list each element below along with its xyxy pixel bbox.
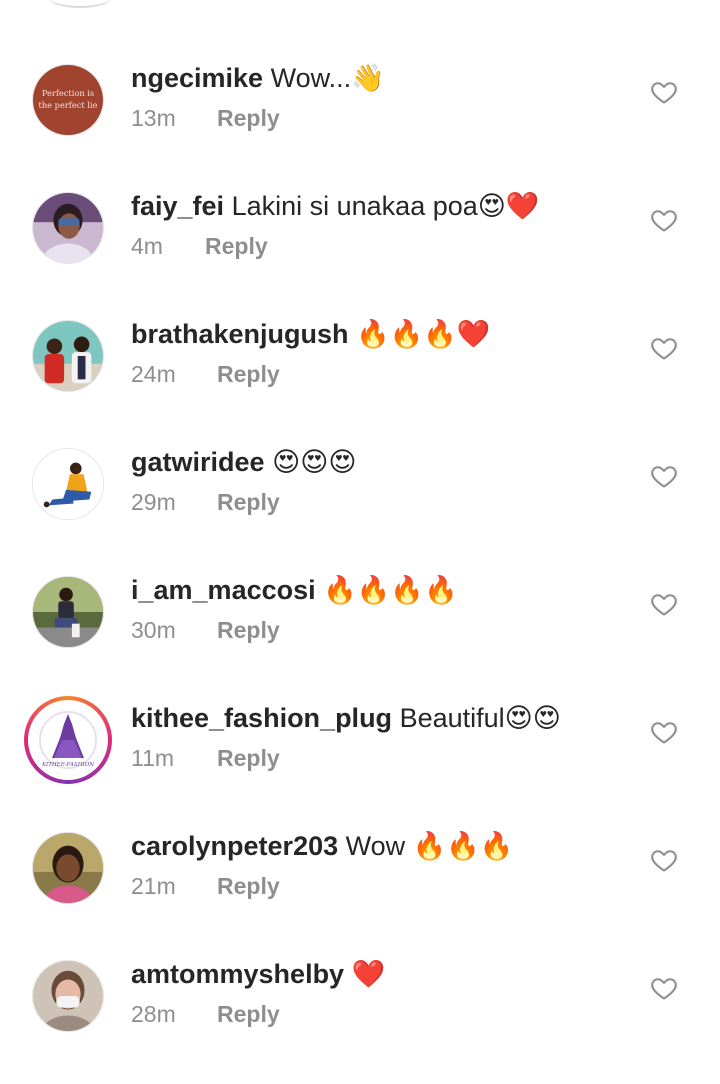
like-heart-icon[interactable]	[650, 206, 678, 234]
avatar-caption: KITHEE-FASHION	[41, 762, 94, 768]
avatar[interactable]	[32, 320, 104, 392]
like-heart-icon[interactable]	[650, 462, 678, 490]
comment-text: Wow 🔥🔥🔥	[345, 831, 514, 861]
comment-text: 😍😍😍	[272, 447, 357, 477]
comment-item: carolynpeter203 Wow 🔥🔥🔥 21m Reply	[0, 828, 720, 956]
comment-item: Perfection is the perfect lie ngecimike …	[0, 60, 720, 188]
username-link[interactable]: brathakenjugush	[131, 319, 349, 349]
comment-meta: 24m Reply	[131, 358, 280, 390]
reply-button[interactable]: Reply	[217, 617, 280, 643]
avatar[interactable]: KITHEE-FASHION	[24, 696, 112, 784]
avatar-caption-line-1: Perfection is	[42, 88, 94, 98]
like-heart-icon[interactable]	[650, 718, 678, 746]
avatar-image: KITHEE-FASHION	[32, 704, 104, 776]
reply-button[interactable]: Reply	[217, 1001, 280, 1027]
comment-line: amtommyshelby ❤️	[131, 956, 385, 992]
username-link[interactable]: carolynpeter203	[131, 831, 338, 861]
comment-meta: 29m Reply	[131, 486, 280, 518]
timestamp: 24m	[131, 361, 176, 387]
reply-button[interactable]: Reply	[217, 873, 280, 899]
comment-line: ngecimike Wow...👋	[131, 60, 385, 96]
previous-avatar-fragment	[48, 0, 112, 8]
username-link[interactable]: kithee_fashion_plug	[131, 703, 392, 733]
comment-item: faiy_fei Lakini si unakaa poa😍❤️ 4m Reply	[0, 188, 720, 316]
timestamp: 4m	[131, 233, 163, 259]
comment-line: gatwiridee 😍😍😍	[131, 444, 357, 480]
comment-item: brathakenjugush 🔥🔥🔥❤️ 24m Reply	[0, 316, 720, 444]
username-link[interactable]: i_am_maccosi	[131, 575, 316, 605]
reply-button[interactable]: Reply	[217, 105, 280, 131]
comment-meta: 30m Reply	[131, 614, 280, 646]
comment-line: brathakenjugush 🔥🔥🔥❤️	[131, 316, 491, 352]
comment-text: ❤️	[351, 959, 386, 989]
timestamp: 28m	[131, 1001, 176, 1027]
comment-text: Lakini si unakaa poa😍❤️	[231, 191, 540, 221]
timestamp: 21m	[131, 873, 176, 899]
avatar[interactable]	[32, 960, 104, 1032]
like-heart-icon[interactable]	[650, 78, 678, 106]
comment-line: faiy_fei Lakini si unakaa poa😍❤️	[131, 188, 540, 224]
like-heart-icon[interactable]	[650, 846, 678, 874]
like-heart-icon[interactable]	[650, 334, 678, 362]
username-link[interactable]: gatwiridee	[131, 447, 265, 477]
comment-meta: 13m Reply	[131, 102, 280, 134]
comment-line: i_am_maccosi 🔥🔥🔥🔥	[131, 572, 458, 608]
avatar[interactable]	[32, 576, 104, 648]
comment-item: KITHEE-FASHION kithee_fashion_plug Beaut…	[0, 696, 720, 828]
username-link[interactable]: faiy_fei	[131, 191, 224, 221]
like-heart-icon[interactable]	[650, 590, 678, 618]
reply-button[interactable]: Reply	[217, 745, 280, 771]
avatar[interactable]	[32, 192, 104, 264]
username-link[interactable]: ngecimike	[131, 63, 263, 93]
username-link[interactable]: amtommyshelby	[131, 959, 344, 989]
comment-item: i_am_maccosi 🔥🔥🔥🔥 30m Reply	[0, 572, 720, 700]
comment-item: gatwiridee 😍😍😍 29m Reply	[0, 444, 720, 572]
avatar[interactable]	[32, 448, 104, 520]
comment-item: amtommyshelby ❤️ 28m Reply	[0, 956, 720, 1084]
avatar[interactable]	[32, 832, 104, 904]
reply-button[interactable]: Reply	[217, 489, 280, 515]
like-heart-icon[interactable]	[650, 974, 678, 1002]
comment-meta: 21m Reply	[131, 870, 280, 902]
comment-line: kithee_fashion_plug Beautiful😍😍	[131, 700, 561, 736]
avatar[interactable]: Perfection is the perfect lie	[32, 64, 104, 136]
comment-text: 🔥🔥🔥🔥	[323, 575, 458, 605]
timestamp: 13m	[131, 105, 176, 131]
comment-meta: 4m Reply	[131, 230, 268, 262]
comment-meta: 28m Reply	[131, 998, 280, 1030]
reply-button[interactable]: Reply	[205, 233, 268, 259]
avatar-caption-line-2: the perfect lie	[39, 100, 98, 110]
reply-button[interactable]: Reply	[217, 361, 280, 387]
comment-text: Beautiful😍😍	[399, 703, 561, 733]
comment-line: carolynpeter203 Wow 🔥🔥🔥	[131, 828, 514, 864]
timestamp: 11m	[131, 745, 175, 771]
timestamp: 29m	[131, 489, 176, 515]
comment-meta: 11m Reply	[131, 742, 280, 774]
comment-text: Wow...👋	[270, 63, 385, 93]
timestamp: 30m	[131, 617, 176, 643]
comment-text: 🔥🔥🔥❤️	[356, 319, 491, 349]
